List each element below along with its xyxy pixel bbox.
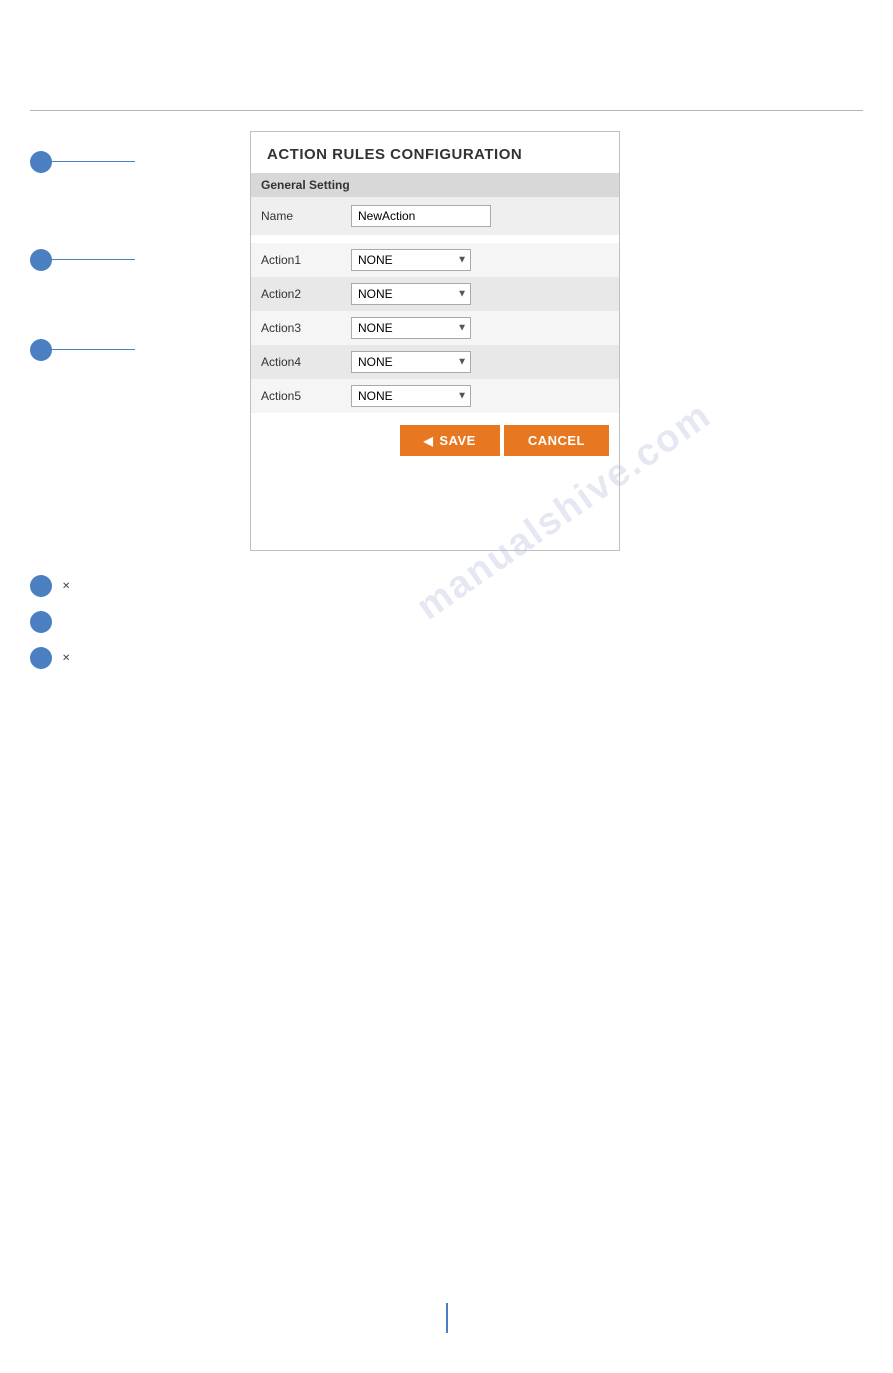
top-divider <box>30 110 863 111</box>
note-text-1: ✕ <box>62 575 74 594</box>
action-row-4: Action4NONE▼ <box>251 345 619 379</box>
name-label: Name <box>261 209 351 223</box>
action-select-cell-5: NONE▼ <box>341 379 619 413</box>
note-dot-1 <box>30 575 52 597</box>
note-sub-icon-3: ✕ <box>62 651 70 666</box>
save-button[interactable]: ◀ SAVE <box>400 425 500 456</box>
action-row-1: Action1NONE▼ <box>251 243 619 277</box>
note-item-1: ✕ <box>30 575 863 597</box>
page-wrapper: ACTION RULES CONFIGURATION General Setti… <box>0 110 893 1373</box>
note-sub-3: ✕ <box>62 651 74 666</box>
left-annotations <box>30 131 250 551</box>
action-row-5: Action5NONE▼ <box>251 379 619 413</box>
annotation-2 <box>30 259 135 260</box>
action-select-3[interactable]: NONE <box>351 317 471 339</box>
action-select-cell-1: NONE▼ <box>341 243 619 277</box>
page-bottom-line <box>446 1303 448 1333</box>
note-dot-2 <box>30 611 52 633</box>
note-item-2 <box>30 611 863 633</box>
note-dot-3 <box>30 647 52 669</box>
cancel-button[interactable]: CANCEL <box>504 425 609 456</box>
action-select-5[interactable]: NONE <box>351 385 471 407</box>
action-select-cell-2: NONE▼ <box>341 277 619 311</box>
config-panel: ACTION RULES CONFIGURATION General Setti… <box>250 131 620 551</box>
name-input[interactable] <box>351 205 491 227</box>
bottom-notes: ✕ ✕ <box>0 575 893 669</box>
actions-table: Action1NONE▼Action2NONE▼Action3NONE▼Acti… <box>251 243 619 413</box>
save-icon: ◀ <box>424 434 434 448</box>
save-label: SAVE <box>439 433 475 448</box>
annotation-3 <box>30 349 135 350</box>
action-select-cell-4: NONE▼ <box>341 345 619 379</box>
action-select-cell-3: NONE▼ <box>341 311 619 345</box>
annotation-dot-2 <box>30 249 52 271</box>
action-select-4[interactable]: NONE <box>351 351 471 373</box>
action-select-2[interactable]: NONE <box>351 283 471 305</box>
action-label-3: Action3 <box>251 311 341 345</box>
note-text-3: ✕ <box>62 647 74 666</box>
config-title: ACTION RULES CONFIGURATION <box>251 132 619 173</box>
note-item-3: ✕ <box>30 647 863 669</box>
main-content: ACTION RULES CONFIGURATION General Setti… <box>0 131 893 551</box>
action-label-2: Action2 <box>251 277 341 311</box>
action-label-1: Action1 <box>251 243 341 277</box>
annotation-1 <box>30 161 135 162</box>
buttons-row: ◀ SAVE CANCEL <box>251 413 619 468</box>
action-label-5: Action5 <box>251 379 341 413</box>
name-row: Name <box>251 197 619 235</box>
action-select-1[interactable]: NONE <box>351 249 471 271</box>
action-row-2: Action2NONE▼ <box>251 277 619 311</box>
action-row-3: Action3NONE▼ <box>251 311 619 345</box>
action-label-4: Action4 <box>251 345 341 379</box>
annotation-dot-3 <box>30 339 52 361</box>
note-sub-icon-1: ✕ <box>62 579 70 594</box>
note-sub-1: ✕ <box>62 579 74 594</box>
general-setting-header: General Setting <box>251 173 619 197</box>
